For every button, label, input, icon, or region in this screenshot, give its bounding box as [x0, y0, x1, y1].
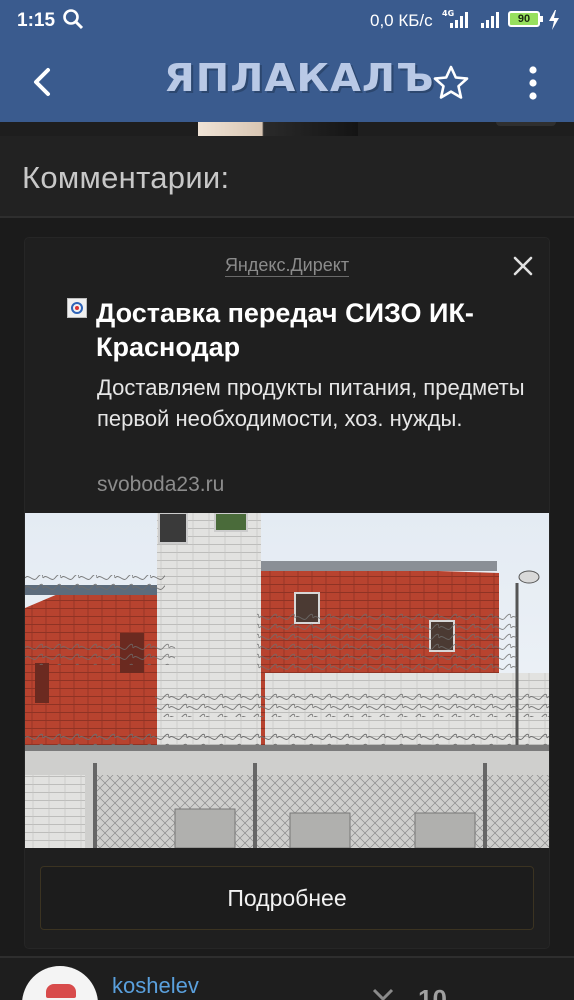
- comment-item: koshelev 10: [0, 958, 574, 1000]
- network-speed: 0,0 КБ/с: [370, 11, 433, 30]
- ad-image[interactable]: [25, 513, 549, 848]
- chevron-down-icon[interactable]: [372, 988, 394, 1000]
- post-image-edge: [0, 122, 574, 136]
- search-icon: [63, 9, 84, 30]
- ad-image-illustration: [25, 513, 549, 848]
- ad-card[interactable]: Яндекс.Директ Доставка передач СИЗО ИК-К…: [25, 238, 549, 948]
- signal-icon: [481, 12, 499, 28]
- status-bar: 1:15 0,0 КБ/с 4G 90: [0, 0, 574, 42]
- back-arrow-icon[interactable]: [26, 64, 62, 100]
- close-icon[interactable]: [512, 255, 534, 277]
- ad-source-label[interactable]: Яндекс.Директ: [224, 255, 350, 277]
- ad-headline[interactable]: Доставка передач СИЗО ИК-Краснодар: [96, 296, 536, 364]
- status-time: 1:15: [17, 10, 56, 31]
- star-icon[interactable]: [432, 64, 470, 102]
- ad-source[interactable]: Яндекс.Директ: [25, 255, 549, 277]
- svg-text:4G: 4G: [442, 9, 454, 18]
- comment-username[interactable]: koshelev: [112, 973, 199, 999]
- post-photo-fragment: [198, 122, 358, 136]
- avatar[interactable]: [22, 966, 98, 1000]
- comment-rating: 10: [418, 984, 447, 1000]
- battery-icon: 90: [508, 11, 543, 27]
- favicon-icon: [67, 298, 87, 318]
- comments-section-header: Комментарии:: [0, 136, 574, 218]
- battery-level: 90: [517, 13, 531, 25]
- signal-4g-icon: 4G: [442, 9, 468, 28]
- app-header: ЯПЛАКАЛЪ: [0, 42, 574, 122]
- more-vertical-icon[interactable]: [521, 64, 545, 102]
- ad-description: Доставляем продукты питания, предметы пе…: [97, 375, 525, 431]
- site-logo[interactable]: ЯПЛАКАЛЪ: [164, 56, 435, 100]
- ad-domain[interactable]: svoboda23.ru: [97, 473, 224, 497]
- post-bar-fragment: [496, 122, 556, 126]
- more-details-button[interactable]: Подробнее: [40, 866, 534, 930]
- comments-title: Комментарии:: [22, 160, 230, 195]
- charging-icon: [549, 10, 559, 30]
